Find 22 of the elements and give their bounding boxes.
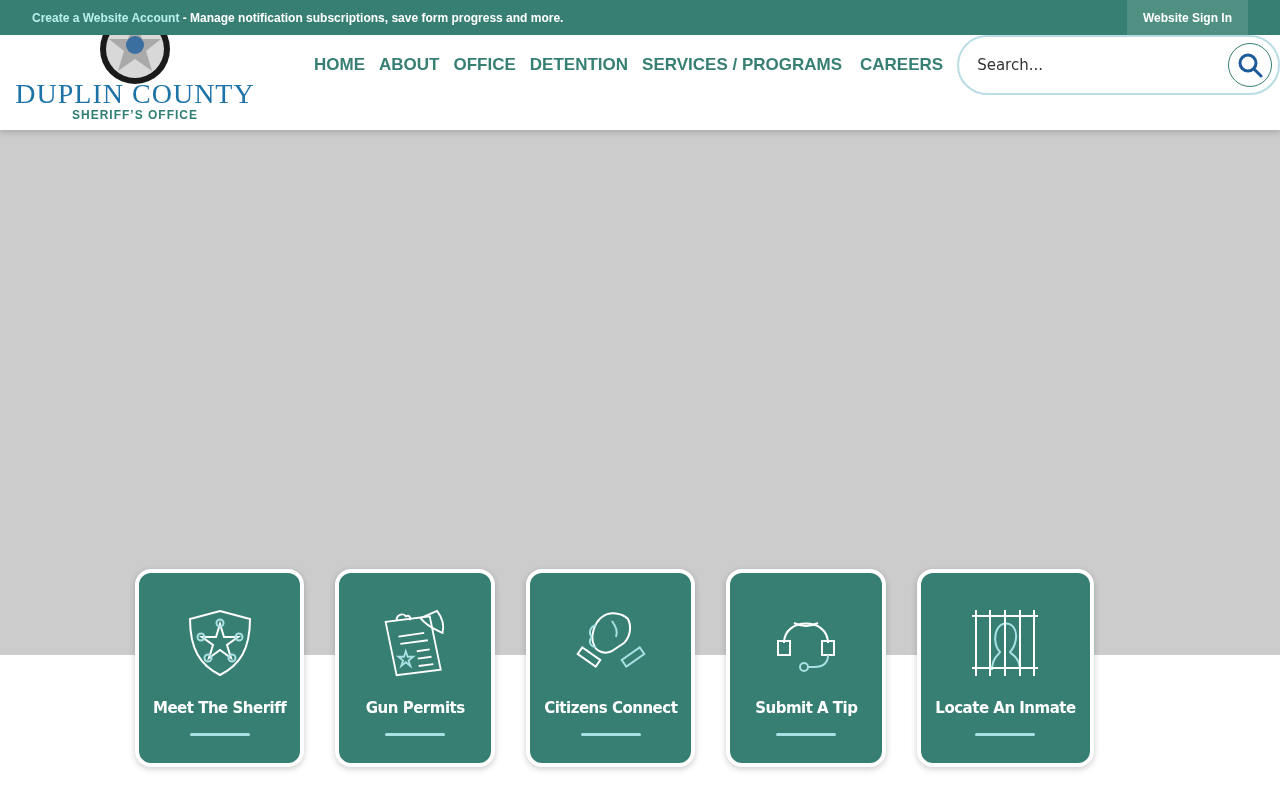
tile-label: Locate An Inmate — [935, 699, 1076, 717]
nav-link[interactable]: CAREERS — [860, 55, 944, 75]
logo-subtitle: SHERIFF’S OFFICE — [72, 108, 199, 122]
account-banner-text: Create a Website Account - Manage notification subscriptions, save form progress and more. — [32, 10, 564, 25]
tile-label: Submit A Tip — [755, 699, 858, 717]
search-button[interactable] — [1228, 43, 1272, 87]
nav-link[interactable]: ABOUT — [379, 55, 440, 75]
sign-in-button[interactable]: Website Sign In — [1126, 0, 1248, 35]
nav-link[interactable]: SERVICES / PROGRAMS — [642, 55, 843, 75]
logo-title: DUPLIN COUNTY — [15, 81, 255, 107]
nav-link[interactable]: HOME — [314, 55, 366, 75]
tile-label: Gun Permits — [365, 699, 465, 717]
nav-link[interactable]: OFFICE — [453, 55, 516, 75]
search-icon — [1237, 52, 1263, 78]
shield-star-icon — [187, 609, 252, 677]
search-field[interactable]: Search... — [975, 55, 1228, 75]
tile-label: Citizens Connect — [544, 699, 678, 717]
search-bar[interactable]: Search... — [957, 35, 1280, 95]
jail-bars-person-icon — [970, 609, 1041, 677]
create-account-link[interactable]: Create a Website Account — [32, 10, 180, 25]
nav-link[interactable]: DETENTION — [529, 55, 629, 75]
tile-label: Meet The Sheriff — [153, 699, 287, 717]
